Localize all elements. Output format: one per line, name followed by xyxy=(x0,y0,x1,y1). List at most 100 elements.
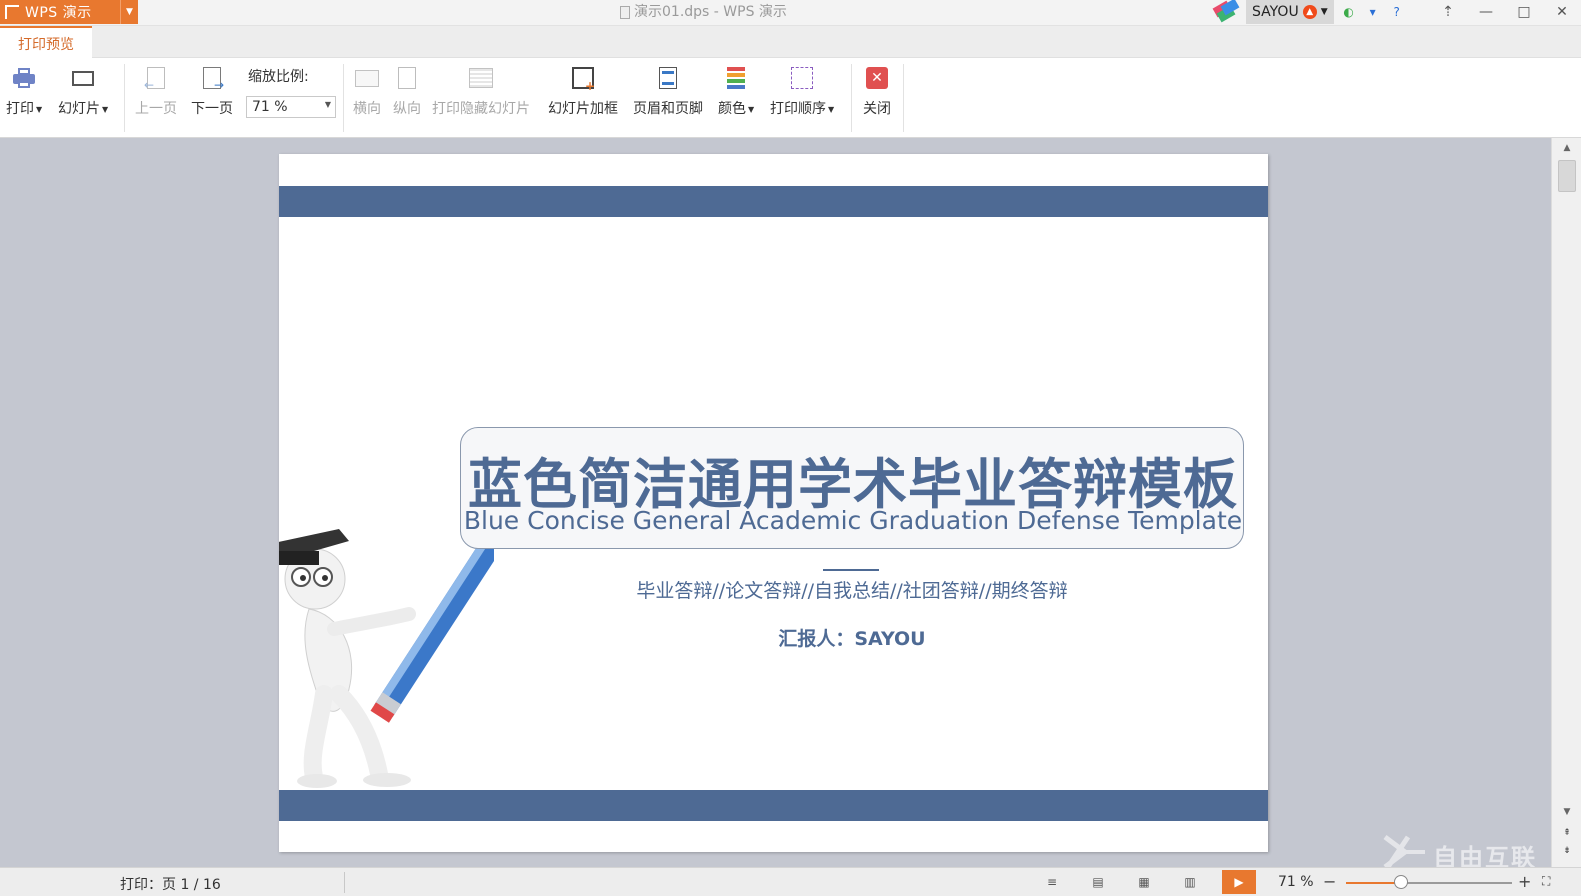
portrait-icon xyxy=(398,67,416,89)
landscape-icon xyxy=(355,69,379,87)
user-area: SAYOU ▲ ▼ ◐ ▾ ? xyxy=(1210,0,1406,24)
ribbon-separator xyxy=(343,64,344,132)
print-hidden-label: 打印隐藏幻灯片 xyxy=(432,101,530,117)
vertical-scrollbar[interactable]: ▲ ▼ ⇞ ⇟ xyxy=(1551,138,1581,867)
upload-icon[interactable]: ⇡ xyxy=(1429,0,1467,24)
ribbon-toolbar: 打印 ▼ 幻灯片 ▼ ← 上一页 → 下一页 缩放比例: 71 % ▼ 横向 纵向 … xyxy=(0,58,1581,138)
title-box: 蓝色简洁通用学术毕业答辩模板 Blue Concise General Acad… xyxy=(460,427,1244,549)
chevron-down-icon: ▼ xyxy=(1320,7,1328,17)
print-order-label: 打印顺序 xyxy=(770,101,826,117)
reading-view-icon[interactable]: ▥ xyxy=(1181,874,1199,890)
slides-dropdown-button[interactable]: 幻灯片 ▼ xyxy=(58,64,108,118)
chevron-down-icon: ▼ xyxy=(102,104,109,114)
top-band xyxy=(279,186,1268,217)
hidden-slide-icon xyxy=(469,68,493,88)
username: SAYOU xyxy=(1252,4,1299,20)
color-dropdown-button[interactable]: 颜色 ▼ xyxy=(718,64,754,118)
ribbon-separator xyxy=(851,64,852,132)
slide-sorter-icon[interactable]: ▦ xyxy=(1135,874,1153,890)
color-label: 颜色 xyxy=(718,101,746,117)
slide-frame-label: 幻灯片加框 xyxy=(548,101,618,117)
document-title-text: 演示01.dps - WPS 演示 xyxy=(634,4,787,20)
next-page-button[interactable]: → 下一页 xyxy=(191,64,233,118)
chevron-down-icon[interactable]: ▼ xyxy=(120,0,138,24)
header-footer-icon xyxy=(659,67,677,89)
document-icon xyxy=(620,5,630,19)
zoom-out-button[interactable]: − xyxy=(1323,872,1336,891)
scroll-down-arrow[interactable]: ▼ xyxy=(1552,804,1581,820)
next-page-arrow[interactable]: ⇟ xyxy=(1552,844,1581,858)
chevron-down-icon: ▼ xyxy=(36,104,43,114)
slide-reporter: 汇报人：SAYOU xyxy=(778,628,926,650)
title-divider xyxy=(823,569,879,571)
app-name: WPS 演示 xyxy=(25,5,92,21)
close-icon: ✕ xyxy=(866,67,888,89)
close-window-button[interactable]: ✕ xyxy=(1543,0,1581,24)
prev-page-button[interactable]: ← 上一页 xyxy=(135,64,177,118)
scroll-thumb[interactable] xyxy=(1558,160,1576,192)
printer-icon xyxy=(13,68,36,88)
slides-label: 幻灯片 xyxy=(58,101,100,117)
print-button[interactable]: 打印 ▼ xyxy=(6,64,42,118)
zoom-select[interactable]: 71 % ▼ xyxy=(246,96,336,118)
print-order-button[interactable]: 打印顺序 ▼ xyxy=(770,64,834,118)
zoom-value: 71 % xyxy=(252,99,288,115)
zoom-slider-fill xyxy=(1346,882,1401,884)
print-label: 打印 xyxy=(6,101,34,117)
slide-title-en: Blue Concise General Academic Graduation… xyxy=(463,506,1243,535)
prev-page-arrow[interactable]: ⇞ xyxy=(1552,826,1581,840)
zoom-slider-knob[interactable] xyxy=(1393,875,1408,889)
prev-page-label: 上一页 xyxy=(135,101,177,117)
prev-page-icon: ← xyxy=(144,67,165,92)
zoom-slider[interactable] xyxy=(1346,882,1512,884)
fit-window-icon[interactable]: ⛶ xyxy=(1542,874,1550,889)
wps-logo-icon xyxy=(5,5,19,19)
status-separator xyxy=(344,872,345,893)
minimize-button[interactable]: — xyxy=(1467,0,1505,24)
header-footer-button[interactable]: 页眉和页脚 xyxy=(633,64,703,118)
landscape-button[interactable]: 横向 xyxy=(353,64,381,118)
close-label: 关闭 xyxy=(863,101,891,117)
bottom-band xyxy=(279,790,1268,821)
ribbon-separator xyxy=(124,64,125,132)
document-title: 演示01.dps - WPS 演示 xyxy=(620,0,787,24)
portrait-label: 纵向 xyxy=(393,101,421,117)
chevron-down-icon: ▼ xyxy=(748,104,755,114)
skin-shirt-icon[interactable]: ▾ xyxy=(1364,3,1382,21)
scroll-up-arrow[interactable]: ▲ xyxy=(1552,140,1581,156)
maximize-button[interactable]: □ xyxy=(1505,0,1543,24)
zoom-in-button[interactable]: + xyxy=(1518,872,1531,891)
header-footer-label: 页眉和页脚 xyxy=(633,101,703,117)
skin-logo-icon[interactable] xyxy=(1210,0,1240,24)
tab-row: 打印预览 xyxy=(0,26,1581,59)
normal-view-icon[interactable]: ▤ xyxy=(1089,874,1107,890)
update-icon[interactable]: ◐ xyxy=(1340,3,1358,21)
slide-subtitle: 毕业答辩//论文答辩//自我总结//社团答辩//期终答辩 xyxy=(636,580,1068,602)
status-bar: 打印：页 1 / 16 ≡ ▤ ▦ ▥ ▶ 71 % − + ⛶ xyxy=(0,867,1581,896)
color-icon xyxy=(727,67,746,89)
user-account-button[interactable]: SAYOU ▲ ▼ xyxy=(1246,0,1334,24)
app-menu-button[interactable]: WPS 演示 ▼ xyxy=(0,0,138,24)
status-zoom-value: 71 % xyxy=(1278,874,1314,890)
notes-icon[interactable]: ≡ xyxy=(1043,874,1061,890)
play-icon: ▶ xyxy=(1234,875,1244,889)
landscape-label: 横向 xyxy=(353,101,381,117)
zoom-label: 缩放比例: xyxy=(248,69,309,85)
title-bar: WPS 演示 ▼ 演示01.dps - WPS 演示 SAYOU ▲ ▼ ◐ ▾… xyxy=(0,0,1581,26)
print-hidden-slides-button[interactable]: 打印隐藏幻灯片 xyxy=(432,64,530,118)
portrait-button[interactable]: 纵向 xyxy=(393,64,421,118)
window-controls: ⇡ — □ ✕ xyxy=(1429,0,1581,24)
chevron-down-icon: ▼ xyxy=(324,100,331,109)
next-page-icon: → xyxy=(203,67,224,92)
next-page-label: 下一页 xyxy=(191,101,233,117)
help-icon[interactable]: ? xyxy=(1388,3,1406,21)
flame-icon: ▲ xyxy=(1302,5,1317,19)
tab-print-preview[interactable]: 打印预览 xyxy=(0,26,92,59)
chevron-down-icon: ▼ xyxy=(828,104,835,114)
slideshow-play-button[interactable]: ▶ xyxy=(1222,870,1256,894)
close-preview-button[interactable]: ✕ 关闭 xyxy=(863,64,891,118)
slide-frame-button[interactable]: 幻灯片加框 xyxy=(548,64,618,118)
frame-icon xyxy=(572,67,595,93)
print-order-icon xyxy=(791,67,814,89)
slide-icon xyxy=(72,70,95,86)
